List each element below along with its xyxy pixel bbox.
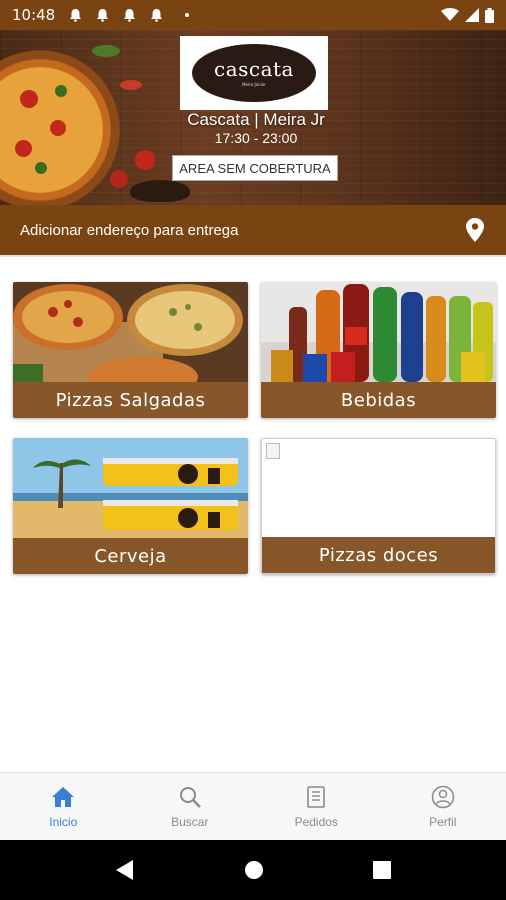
back-icon[interactable] xyxy=(115,859,135,881)
orders-icon xyxy=(307,785,326,808)
battery-icon xyxy=(485,7,494,23)
home-button-icon[interactable] xyxy=(244,860,264,880)
category-card-pizzas-doces[interactable]: Pizzas doces xyxy=(261,438,496,574)
drinks-image xyxy=(261,282,496,382)
broken-image-icon xyxy=(266,443,280,459)
store-name: Cascata | Meira Jr xyxy=(187,110,325,129)
wifi-icon xyxy=(441,8,459,21)
store-banner: cascata Meira Júnior Cascata | Meira Jr … xyxy=(0,30,506,205)
nav-item-buscar[interactable]: Buscar xyxy=(127,773,254,840)
bell-icon xyxy=(150,8,163,22)
category-label: Cerveja xyxy=(13,538,248,574)
system-navigation-bar xyxy=(0,840,506,900)
profile-icon xyxy=(431,785,454,808)
category-card-bebidas[interactable]: Bebidas xyxy=(261,282,496,418)
bottom-navigation: Inicio Buscar Pedidos Perfil xyxy=(0,772,506,840)
category-label: Bebidas xyxy=(261,382,496,418)
nav-item-pedidos[interactable]: Pedidos xyxy=(253,773,380,840)
logo-subtext: Meira Júnior xyxy=(242,82,266,87)
recents-icon[interactable] xyxy=(373,861,392,879)
pizzas-image xyxy=(13,282,248,382)
logo-text: cascata xyxy=(214,57,294,81)
category-card-cerveja[interactable]: Cerveja xyxy=(13,438,248,574)
nav-item-inicio[interactable]: Inicio xyxy=(0,773,127,840)
store-hours: 17:30 - 23:00 xyxy=(214,130,298,146)
coverage-badge: AREA SEM COBERTURA xyxy=(172,155,338,181)
home-icon xyxy=(52,786,75,807)
nav-label: Inicio xyxy=(49,814,78,829)
more-notifications-dot xyxy=(185,13,190,17)
category-card-pizzas-salgadas[interactable]: Pizzas Salgadas xyxy=(13,282,248,418)
nav-label: Perfil xyxy=(429,814,457,829)
signal-icon xyxy=(465,8,479,22)
bell-icon xyxy=(123,8,136,22)
location-pin-icon xyxy=(466,218,484,242)
nav-item-perfil[interactable]: Perfil xyxy=(380,773,506,840)
address-label: Adicionar endereço para entrega xyxy=(20,221,239,239)
divider xyxy=(0,255,506,257)
nav-label: Pedidos xyxy=(294,814,338,829)
nav-label: Buscar xyxy=(171,814,209,829)
search-icon xyxy=(179,786,201,808)
status-bar: 10:48 xyxy=(0,0,506,30)
category-label: Pizzas Salgadas xyxy=(13,382,248,418)
status-indicators xyxy=(441,7,494,23)
beer-image xyxy=(13,438,248,538)
status-time: 10:48 xyxy=(12,6,56,24)
store-logo: cascata Meira Júnior xyxy=(180,36,328,110)
add-address-button[interactable]: Adicionar endereço para entrega xyxy=(0,205,506,255)
bell-icon xyxy=(69,8,82,22)
bell-icon xyxy=(96,8,109,22)
category-label: Pizzas doces xyxy=(262,537,495,573)
